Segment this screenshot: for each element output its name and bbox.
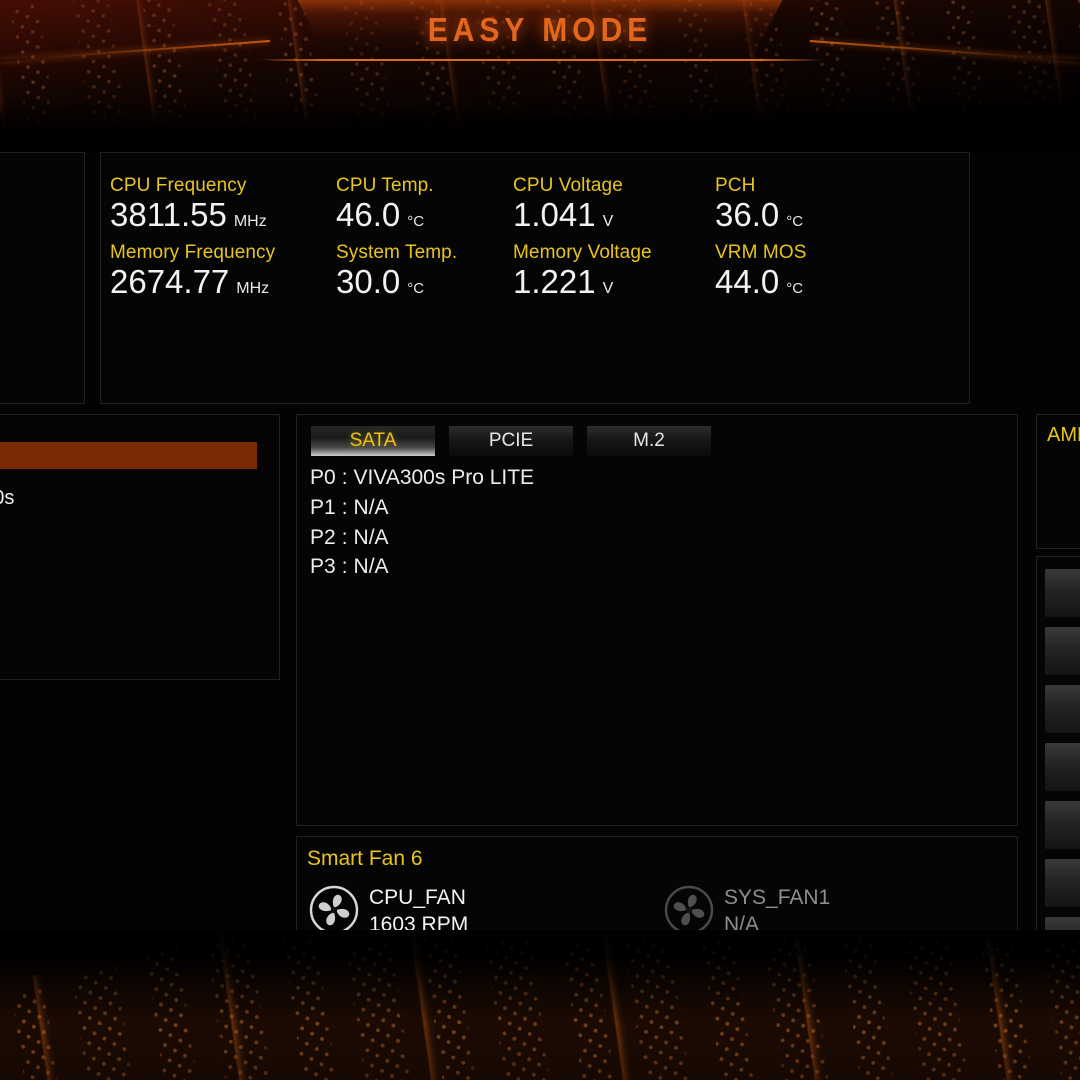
drive-separator: : <box>341 525 348 549</box>
stat-number-memory-voltage: 1.221 <box>513 262 596 300</box>
stat-number-system-temp: 30.0 <box>336 262 401 300</box>
footer-decoration <box>0 930 1080 1080</box>
stat-label-cpu-frequency: CPU Frequency <box>110 175 247 196</box>
amd-feature-panel: AMD <box>1036 414 1080 549</box>
boot-selected-highlight[interactable] <box>0 442 257 469</box>
tab-m2-label: M.2 <box>633 430 665 451</box>
stat-value-vrm-mos: 44.0 °C <box>715 262 806 300</box>
stat-column-frequency: CPU Frequency 3811.55 MHz Memory Frequen… <box>110 175 275 308</box>
rail-button-5[interactable] <box>1045 801 1080 849</box>
drive-port-label: P1 <box>310 495 336 519</box>
stat-number-vrm-mos: 44.0 <box>715 262 780 300</box>
drive-row[interactable]: P2 : N/A <box>310 523 534 553</box>
stat-value-pch: 36.0 °C <box>715 196 806 233</box>
system-info-panel: CPU Frequency 3811.55 MHz Memory Frequen… <box>100 152 970 404</box>
rail-button-2[interactable] <box>1045 627 1080 675</box>
drive-port-label: P0 <box>310 466 336 489</box>
tab-sata[interactable]: SATA <box>311 426 435 456</box>
stat-label-system-temp: System Temp. <box>336 241 458 263</box>
footer-gradient-overlay <box>0 930 1080 1080</box>
stat-value-cpu-frequency: 3811.55 MHz <box>110 196 275 233</box>
stat-number-cpu-voltage: 1.041 <box>513 196 596 233</box>
stat-value-cpu-temp: 46.0 °C <box>336 196 457 233</box>
storage-tabs: SATA PCIE M.2 <box>311 426 711 456</box>
drive-port-label: P3 <box>310 555 336 579</box>
stat-value-memory-voltage: 1.221 V <box>513 262 652 300</box>
drive-separator: : <box>341 466 348 489</box>
stat-number-cpu-temp: 46.0 <box>336 196 401 233</box>
stat-unit-memory-frequency: MHz <box>236 279 270 297</box>
stat-unit-vrm-mos: °C <box>786 279 804 297</box>
drive-port-label: P2 <box>310 525 336 549</box>
stat-column-temperature: CPU Temp. 46.0 °C System Temp. 30.0 °C <box>336 175 457 308</box>
stat-value-memory-frequency: 2674.77 MHz <box>110 262 275 300</box>
stat-value-system-temp: 30.0 °C <box>336 262 457 300</box>
fan-icon <box>307 883 361 937</box>
drive-name-label: VIVA300s Pro LITE <box>353 466 535 489</box>
bios-easy-mode-screen: EASY MODE CPU Frequency 3811.55 MHz Memo… <box>0 0 1080 1080</box>
drive-separator: : <box>341 555 348 579</box>
rail-button-6[interactable] <box>1045 859 1080 907</box>
tab-m2[interactable]: M.2 <box>587 426 711 456</box>
drive-name-label: N/A <box>353 525 389 549</box>
stat-unit-memory-voltage: V <box>602 279 614 297</box>
tab-sata-label: SATA <box>349 430 397 451</box>
drive-separator: : <box>341 495 348 519</box>
left-clipped-panel <box>0 152 85 404</box>
stat-unit-cpu-voltage: V <box>602 213 614 230</box>
rail-button-3[interactable] <box>1045 685 1080 733</box>
mode-banner: EASY MODE <box>297 0 783 61</box>
stat-number-pch: 36.0 <box>715 196 780 233</box>
banner-underline <box>255 59 827 61</box>
drive-row[interactable]: P0 : VIVA300s Pro LITE <box>310 463 534 493</box>
page-title: EASY MODE <box>427 11 653 49</box>
stat-number-memory-frequency: 2674.77 <box>110 262 230 300</box>
stat-column-voltage: CPU Voltage 1.041 V Memory Voltage 1.221… <box>513 175 652 308</box>
drive-list: P0 : VIVA300s Pro LITE P1 : N/A P2 : N/A… <box>310 463 534 582</box>
drive-row[interactable]: P3 : N/A <box>310 552 534 582</box>
tab-pcie[interactable]: PCIE <box>449 426 573 456</box>
main-content: CPU Frequency 3811.55 MHz Memory Frequen… <box>0 152 1080 1078</box>
amd-panel-title: AMD <box>1047 424 1080 446</box>
stat-label-cpu-temp: CPU Temp. <box>336 175 434 196</box>
stat-number-cpu-frequency: 3811.55 <box>110 196 227 233</box>
fan-name-label: CPU_FAN <box>369 886 466 909</box>
smart-fan-title: Smart Fan 6 <box>307 847 423 870</box>
stat-label-memory-frequency: Memory Frequency <box>110 241 276 263</box>
system-info-grid: CPU Frequency 3811.55 MHz Memory Frequen… <box>101 153 969 403</box>
tab-pcie-label: PCIE <box>488 430 534 451</box>
drive-name-label: N/A <box>353 495 389 519</box>
stat-label-memory-voltage: Memory Voltage <box>513 241 652 263</box>
storage-panel: SATA PCIE M.2 P0 : VIVA300s Pro LITE P1 … <box>296 414 1018 826</box>
stat-unit-cpu-temp: °C <box>407 213 425 230</box>
drive-row[interactable]: P1 : N/A <box>310 493 534 523</box>
boot-order-panel: 300s <box>0 414 280 680</box>
rail-button-1[interactable] <box>1045 569 1080 617</box>
stat-unit-pch: °C <box>786 213 804 230</box>
stat-unit-cpu-frequency: MHz <box>233 213 267 230</box>
stat-label-vrm-mos: VRM MOS <box>715 241 807 263</box>
fan-name-label: SYS_FAN1 <box>724 886 831 909</box>
rail-button-4[interactable] <box>1045 743 1080 791</box>
stat-unit-system-temp: °C <box>407 279 425 297</box>
stat-label-pch: PCH <box>715 175 756 196</box>
stat-value-cpu-voltage: 1.041 V <box>513 196 652 233</box>
fan-icon <box>662 883 716 937</box>
boot-item-label[interactable]: 300s <box>0 487 14 510</box>
header-fade-overlay <box>0 98 1080 152</box>
stat-column-chipset: PCH 36.0 °C VRM MOS 44.0 °C <box>715 175 806 308</box>
stat-label-cpu-voltage: CPU Voltage <box>513 175 623 196</box>
drive-name-label: N/A <box>353 555 389 579</box>
